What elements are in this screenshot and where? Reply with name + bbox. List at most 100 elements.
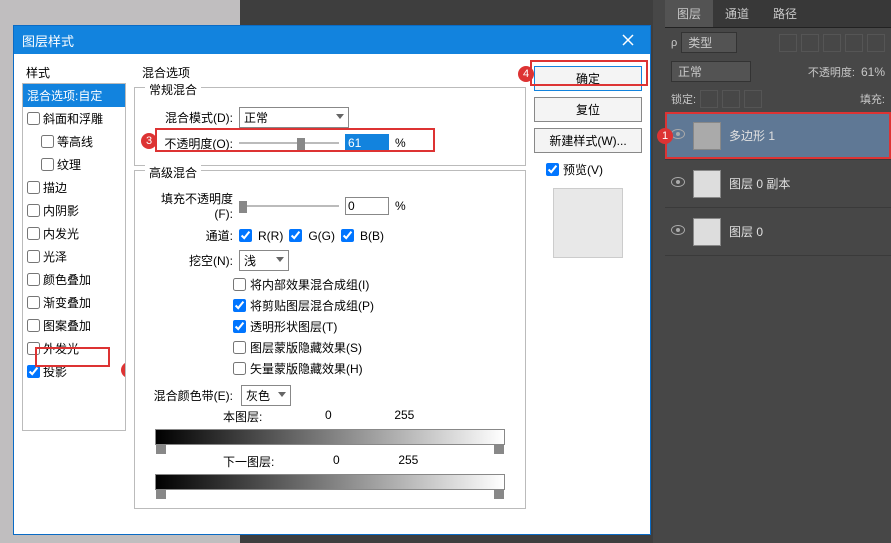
layer-opacity-label: 不透明度: bbox=[808, 64, 855, 80]
style-drop-shadow[interactable]: 投影 2 bbox=[23, 360, 125, 383]
close-icon[interactable] bbox=[614, 26, 642, 54]
blend-mode-select[interactable]: 正常 bbox=[239, 107, 349, 128]
fill-opacity-slider[interactable] bbox=[239, 199, 339, 213]
style-pattern-overlay[interactable]: 图案叠加 bbox=[23, 314, 125, 337]
style-satin[interactable]: 光泽 bbox=[23, 245, 125, 268]
layer-item-bg[interactable]: 图层 0 bbox=[665, 208, 891, 256]
bevel-checkbox[interactable] bbox=[27, 112, 40, 125]
preview-label: 预览(V) bbox=[563, 161, 603, 178]
layer-item-polygon[interactable]: 多边形 1 1 bbox=[665, 112, 891, 160]
reset-button[interactable]: 复位 bbox=[534, 97, 642, 122]
style-inner-shadow[interactable]: 内阴影 bbox=[23, 199, 125, 222]
percent-label: % bbox=[395, 136, 406, 150]
style-stroke[interactable]: 描边 bbox=[23, 176, 125, 199]
visibility-eye-icon[interactable] bbox=[671, 225, 685, 239]
fill-opacity-input[interactable] bbox=[345, 197, 389, 215]
drop-shadow-checkbox[interactable] bbox=[27, 365, 40, 378]
gradient-overlay-checkbox[interactable] bbox=[27, 296, 40, 309]
layer-style-dialog: 图层样式 样式 混合选项:自定 斜面和浮雕 等高线 纹理 描边 内阴影 内发光 … bbox=[13, 25, 651, 535]
inner-glow-checkbox[interactable] bbox=[27, 227, 40, 240]
lock-label: 锁定: bbox=[671, 91, 696, 107]
style-contour[interactable]: 等高线 bbox=[23, 130, 125, 153]
style-blend-options[interactable]: 混合选项:自定 bbox=[23, 84, 125, 107]
layers-panel: 图层 通道 路径 ρ 类型 正常 不透明度: 61% 锁定: 填充: 多边形 1… bbox=[665, 0, 891, 256]
knockout-select[interactable]: 浅 bbox=[239, 250, 289, 271]
lock-all-icon[interactable] bbox=[744, 90, 762, 108]
opt-transparency-shapes-checkbox[interactable] bbox=[233, 320, 246, 333]
preview-thumbnail bbox=[553, 188, 623, 258]
pattern-overlay-checkbox[interactable] bbox=[27, 319, 40, 332]
blend-if-select[interactable]: 灰色 bbox=[241, 385, 291, 406]
general-blend-group: 常规混合 混合模式(D): 正常 3 不透明度(O): % bbox=[134, 87, 526, 166]
this-layer-label: 本图层: bbox=[223, 408, 262, 425]
layer-name: 多边形 1 bbox=[729, 127, 775, 144]
inner-shadow-checkbox[interactable] bbox=[27, 204, 40, 217]
lock-pixels-icon[interactable] bbox=[700, 90, 718, 108]
outer-glow-checkbox[interactable] bbox=[27, 342, 40, 355]
channel-g-checkbox[interactable] bbox=[289, 229, 302, 242]
dialog-title: 图层样式 bbox=[22, 31, 74, 50]
layer-blend-select[interactable]: 正常 bbox=[671, 61, 751, 82]
blend-if-label: 混合颜色带(E): bbox=[143, 387, 233, 404]
opacity-input[interactable] bbox=[345, 134, 389, 152]
visibility-eye-icon[interactable] bbox=[671, 129, 685, 143]
layer-item-copy[interactable]: 图层 0 副本 bbox=[665, 160, 891, 208]
styles-list: 混合选项:自定 斜面和浮雕 等高线 纹理 描边 内阴影 内发光 光泽 颜色叠加 … bbox=[22, 83, 126, 431]
tab-layers[interactable]: 图层 bbox=[665, 0, 713, 27]
general-blend-legend: 常规混合 bbox=[145, 81, 201, 98]
style-bevel[interactable]: 斜面和浮雕 bbox=[23, 107, 125, 130]
this-layer-gradient[interactable] bbox=[155, 429, 505, 445]
advanced-blend-group: 高级混合 填充不透明度(F): % 通道: R(R) G(G) B(B) bbox=[134, 170, 526, 509]
color-overlay-checkbox[interactable] bbox=[27, 273, 40, 286]
panel-tabs: 图层 通道 路径 bbox=[665, 0, 891, 28]
style-outer-glow[interactable]: 外发光 bbox=[23, 337, 125, 360]
style-inner-glow[interactable]: 内发光 bbox=[23, 222, 125, 245]
opt-vector-mask-checkbox[interactable] bbox=[233, 362, 246, 375]
fill-opacity-label: 填充不透明度(F): bbox=[143, 190, 233, 221]
annotation-3: 3 bbox=[141, 133, 157, 149]
opacity-slider[interactable] bbox=[239, 136, 339, 150]
stroke-checkbox[interactable] bbox=[27, 181, 40, 194]
ok-button[interactable]: 确定 bbox=[534, 66, 642, 91]
percent-label: % bbox=[395, 199, 406, 213]
filter-image-icon[interactable] bbox=[779, 34, 797, 52]
layer-thumbnail[interactable] bbox=[693, 122, 721, 150]
blend-header: 混合选项 bbox=[134, 62, 526, 83]
filter-shape-icon[interactable] bbox=[845, 34, 863, 52]
advanced-blend-legend: 高级混合 bbox=[145, 164, 201, 181]
texture-checkbox[interactable] bbox=[41, 158, 54, 171]
channels-label: 通道: bbox=[143, 227, 233, 244]
tab-channels[interactable]: 通道 bbox=[713, 0, 761, 27]
style-color-overlay[interactable]: 颜色叠加 bbox=[23, 268, 125, 291]
filter-smart-icon[interactable] bbox=[867, 34, 885, 52]
channel-r-checkbox[interactable] bbox=[239, 229, 252, 242]
filter-adjust-icon[interactable] bbox=[801, 34, 819, 52]
opt-layer-mask-checkbox[interactable] bbox=[233, 341, 246, 354]
satin-checkbox[interactable] bbox=[27, 250, 40, 263]
visibility-eye-icon[interactable] bbox=[671, 177, 685, 191]
lock-position-icon[interactable] bbox=[722, 90, 740, 108]
under-layer-label: 下一图层: bbox=[223, 453, 274, 470]
under-layer-gradient[interactable] bbox=[155, 474, 505, 490]
style-gradient-overlay[interactable]: 渐变叠加 bbox=[23, 291, 125, 314]
style-texture[interactable]: 纹理 bbox=[23, 153, 125, 176]
layer-opacity-value[interactable]: 61% bbox=[861, 65, 885, 79]
layer-thumbnail[interactable] bbox=[693, 170, 721, 198]
new-style-button[interactable]: 新建样式(W)... bbox=[534, 128, 642, 153]
preview-checkbox[interactable] bbox=[546, 163, 559, 176]
filter-text-icon[interactable] bbox=[823, 34, 841, 52]
fill-label: 填充: bbox=[860, 91, 885, 107]
layer-thumbnail[interactable] bbox=[693, 218, 721, 246]
annotation-1: 1 bbox=[657, 128, 673, 144]
layer-name: 图层 0 bbox=[729, 223, 763, 240]
dialog-titlebar[interactable]: 图层样式 bbox=[14, 26, 650, 54]
blend-mode-label: 混合模式(D): bbox=[143, 109, 233, 126]
contour-checkbox[interactable] bbox=[41, 135, 54, 148]
layer-type-select[interactable]: 类型 bbox=[681, 32, 737, 53]
opt-inner-effects-checkbox[interactable] bbox=[233, 278, 246, 291]
channel-b-checkbox[interactable] bbox=[341, 229, 354, 242]
layer-name: 图层 0 副本 bbox=[729, 175, 790, 192]
opt-clipped-layers-checkbox[interactable] bbox=[233, 299, 246, 312]
tab-paths[interactable]: 路径 bbox=[761, 0, 809, 27]
annotation-2: 2 bbox=[121, 362, 126, 378]
